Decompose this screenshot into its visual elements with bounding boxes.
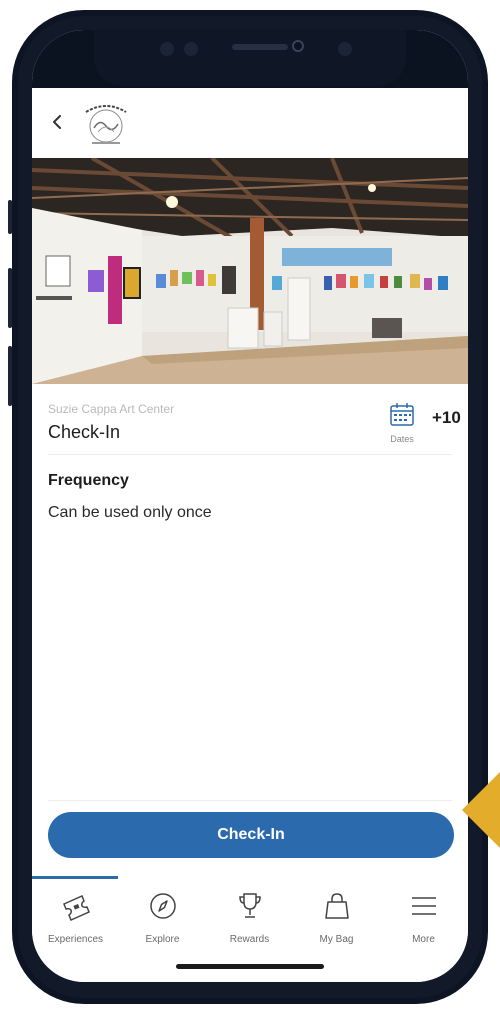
active-tab-indicator (32, 876, 118, 879)
experience-title: Check-In (48, 422, 121, 442)
tab-label: Experiences (47, 934, 104, 945)
front-camera (292, 40, 304, 52)
phone-side-button (8, 268, 12, 328)
phone-screen: Suzie Cappa Art Center Check-In Dates +1… (32, 30, 468, 982)
tab-label: My Bag (319, 934, 354, 945)
ticket-icon (62, 894, 90, 922)
trophy-icon (238, 893, 261, 918)
more-dates-count[interactable]: +10 (432, 408, 461, 428)
status-bar (32, 30, 468, 88)
tab-label: More (412, 934, 435, 945)
dates-button[interactable]: Dates (382, 402, 422, 446)
south-dakota-logo (76, 100, 136, 148)
sensor-dot (184, 42, 198, 56)
tab-explore[interactable]: Explore (119, 890, 206, 950)
sensor-dot (338, 42, 352, 56)
venue-name: Suzie Cappa Art Center (48, 402, 175, 416)
bag-icon (324, 893, 349, 919)
back-button[interactable] (46, 110, 70, 134)
home-indicator[interactable] (176, 964, 324, 969)
frequency-label: Frequency (48, 472, 129, 489)
phone-side-button (8, 346, 12, 406)
dates-label: Dates (390, 434, 414, 444)
check-in-button[interactable]: Check-In (48, 812, 454, 858)
tab-experiences[interactable]: Experiences (32, 890, 119, 950)
hero-image (32, 158, 468, 384)
tab-label: Explore (145, 934, 180, 945)
phone-side-button (8, 200, 12, 234)
tab-my-bag[interactable]: My Bag (293, 890, 380, 950)
divider (48, 454, 452, 455)
sensor-dot (160, 42, 174, 56)
menu-icon (411, 897, 436, 915)
frequency-value: Can be used only once (48, 504, 212, 521)
speaker-grille (232, 44, 288, 50)
tab-rewards[interactable]: Rewards (206, 890, 293, 950)
tab-label: Rewards (229, 934, 270, 945)
calendar-icon (390, 403, 414, 426)
callout-arrow (462, 770, 500, 850)
tab-more[interactable]: More (380, 890, 467, 950)
compass-icon (149, 893, 176, 919)
bottom-tab-bar: Experiences Explore Rewards My Bag More (32, 876, 468, 982)
app-header (32, 88, 468, 158)
divider (48, 800, 452, 801)
chevron-left-icon (53, 115, 61, 129)
notch (94, 30, 406, 86)
